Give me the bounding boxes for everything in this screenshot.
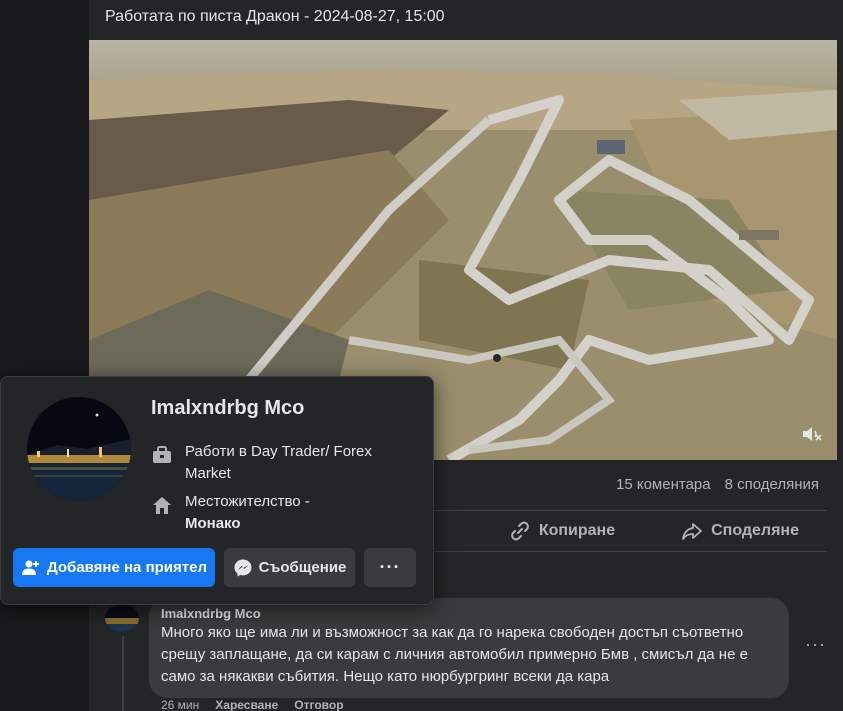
speaker-muted-icon bbox=[803, 427, 822, 441]
message-label: Съобщение bbox=[258, 559, 347, 576]
post-title: Работата по писта Дракон - 2024-08-27, 1… bbox=[105, 8, 445, 25]
profile-hover-card: Imalxndrbg Mco Работи в Day Trader/ Fore… bbox=[0, 376, 434, 605]
profile-name[interactable]: Imalxndrbg Mco bbox=[151, 397, 304, 420]
add-friend-label: Добавяне на приятел bbox=[47, 559, 207, 576]
briefcase-icon bbox=[153, 446, 171, 463]
house-icon bbox=[153, 497, 171, 514]
comment-bubble: Imalxndrbg Mco Много яко ще има ли и въз… bbox=[149, 598, 789, 698]
add-friend-button[interactable]: Добавяне на приятел bbox=[13, 548, 215, 587]
profile-work-row: Работи в Day Trader/ Forex Market bbox=[151, 441, 411, 485]
shares-count-link[interactable]: 8 споделяния bbox=[725, 476, 819, 493]
copy-label: Копиране bbox=[538, 522, 616, 539]
share-arrow-icon bbox=[682, 523, 702, 540]
reply-comment-button[interactable]: Отговор bbox=[294, 698, 343, 711]
share-button[interactable]: Споделяне bbox=[653, 511, 827, 551]
thread-line bbox=[122, 636, 124, 711]
like-comment-button[interactable]: Харесване bbox=[215, 698, 278, 711]
comment-options-button[interactable]: ··· bbox=[805, 634, 826, 655]
link-icon bbox=[510, 521, 529, 541]
profile-location: Местожителство - Монако bbox=[185, 491, 310, 535]
comment-author[interactable]: Imalxndrbg Mco bbox=[161, 606, 777, 621]
comment-time[interactable]: 26 мин bbox=[161, 698, 199, 711]
profile-location-prefix: Местожителство - bbox=[185, 493, 310, 510]
profile-location-value[interactable]: Монако bbox=[185, 515, 241, 532]
avatar-photo bbox=[105, 604, 139, 632]
comment-author-avatar[interactable] bbox=[105, 604, 139, 632]
post-stats: 15 коментара 8 споделяния bbox=[616, 476, 819, 493]
person-plus-icon bbox=[22, 560, 40, 575]
avatar-photo bbox=[27, 397, 131, 501]
mute-button[interactable] bbox=[797, 420, 825, 448]
profile-location-row: Местожителство - Монако bbox=[151, 491, 411, 535]
share-label: Споделяне bbox=[711, 522, 799, 539]
comment-meta: 26 мин Харесване Отговор bbox=[161, 698, 344, 711]
comments-count-link[interactable]: 15 коментара bbox=[616, 476, 711, 493]
copy-button[interactable]: Копиране bbox=[481, 511, 643, 551]
comment-text: Много яко ще има ли и възможност за как … bbox=[161, 624, 748, 685]
message-button[interactable]: Съобщение bbox=[224, 548, 355, 587]
profile-actions: Добавяне на приятел Съобщение ··· bbox=[13, 548, 416, 587]
profile-more-button[interactable]: ··· bbox=[364, 548, 416, 587]
profile-work-text: Работи в Day Trader/ Forex Market bbox=[185, 443, 372, 482]
messenger-icon bbox=[234, 559, 252, 576]
profile-avatar[interactable] bbox=[27, 397, 131, 501]
